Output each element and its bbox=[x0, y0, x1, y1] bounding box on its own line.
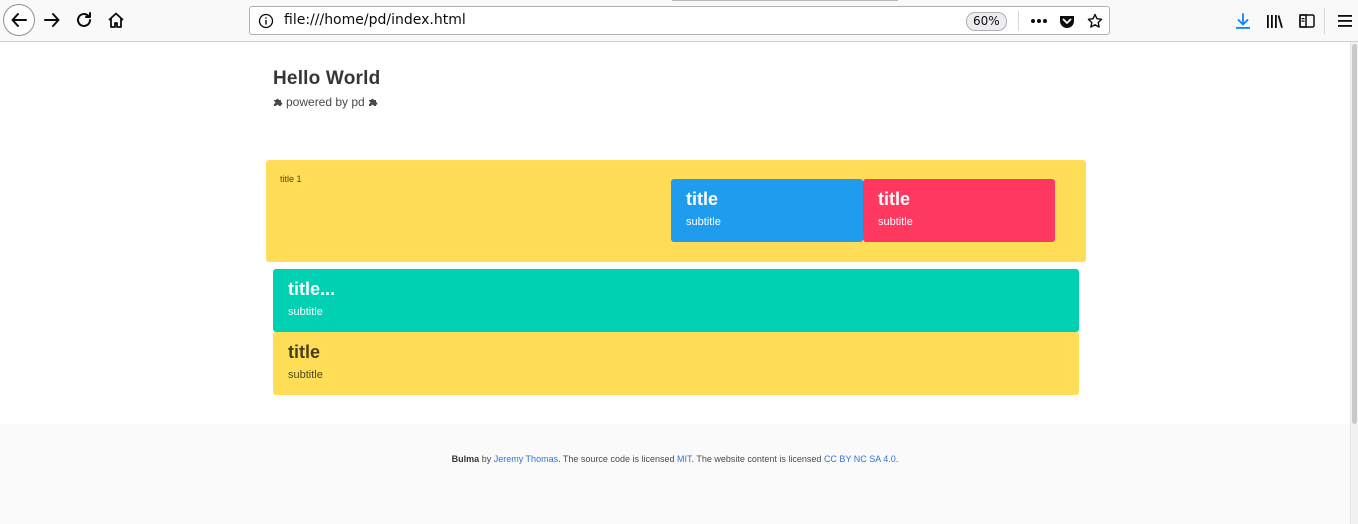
back-button[interactable] bbox=[3, 4, 35, 36]
tile-ancestor-title: title 1 bbox=[280, 174, 302, 184]
library-button[interactable] bbox=[1264, 10, 1286, 32]
tile-subtitle: subtitle bbox=[686, 216, 721, 228]
page-scrollbar-thumb[interactable] bbox=[1352, 44, 1357, 424]
tile-title: title... bbox=[288, 279, 336, 299]
footer-author-link[interactable]: Jeremy Thomas bbox=[494, 454, 558, 464]
tile-danger: title subtitle bbox=[863, 179, 1055, 242]
url-bar[interactable]: file:///home/pd/index.html 60% bbox=[249, 6, 1110, 35]
zoom-level-badge[interactable]: 60% bbox=[966, 12, 1007, 31]
footer-end: . bbox=[895, 454, 899, 464]
bookmark-star-icon bbox=[1087, 13, 1103, 28]
footer: Bulma by Jeremy Thomas. The source code … bbox=[0, 424, 1350, 524]
tile-warning: title subtitle bbox=[273, 332, 1079, 395]
library-icon bbox=[1267, 15, 1283, 29]
url-bar-separator bbox=[1018, 11, 1019, 31]
footer-text: Bulma by Jeremy Thomas. The source code … bbox=[0, 454, 1350, 464]
sidebar-icon bbox=[1299, 14, 1315, 28]
tile-title: title bbox=[288, 342, 321, 362]
pocket-icon bbox=[1060, 15, 1074, 28]
sidebar-toggle-button[interactable] bbox=[1296, 10, 1318, 32]
bookmark-button[interactable] bbox=[1084, 11, 1106, 31]
footer-mit-link[interactable]: MIT bbox=[677, 454, 692, 464]
puzzle-icon bbox=[274, 98, 283, 106]
open-menu-button[interactable] bbox=[1334, 10, 1356, 32]
hero-title: Hello World bbox=[273, 68, 381, 89]
pocket-button[interactable] bbox=[1056, 11, 1078, 31]
footer-by: by bbox=[481, 454, 492, 464]
reload-button[interactable] bbox=[69, 5, 99, 35]
tile-title: title bbox=[878, 189, 911, 209]
back-icon bbox=[11, 13, 27, 27]
home-icon bbox=[108, 12, 124, 28]
tile-info: title subtitle bbox=[671, 179, 863, 242]
tile-subtitle: subtitle bbox=[288, 369, 323, 381]
tile-title: title bbox=[686, 189, 719, 209]
hero-subtitle-text: powered by pd bbox=[286, 95, 365, 109]
url-text[interactable]: file:///home/pd/index.html bbox=[284, 12, 466, 28]
tile-primary: title... subtitle bbox=[273, 269, 1079, 332]
tile-subtitle: subtitle bbox=[878, 216, 913, 228]
footer-cc-link[interactable]: CC BY NC SA 4.0 bbox=[824, 454, 896, 464]
tab-strip-edge bbox=[672, 0, 898, 1]
footer-brand: Bulma bbox=[451, 454, 480, 464]
hero-subtitle: powered by pd bbox=[273, 95, 378, 109]
forward-button[interactable] bbox=[37, 5, 67, 35]
more-icon bbox=[1031, 19, 1047, 23]
downloads-button[interactable] bbox=[1232, 10, 1254, 32]
info-icon[interactable] bbox=[258, 13, 274, 29]
footer-text-1: . The source code is licensed bbox=[558, 454, 675, 464]
reload-icon bbox=[77, 12, 91, 27]
tile-subtitle: subtitle bbox=[288, 306, 323, 318]
hamburger-menu-icon bbox=[1338, 15, 1352, 27]
download-icon bbox=[1236, 13, 1250, 29]
page-actions-button[interactable] bbox=[1028, 11, 1050, 31]
footer-text-2: . The website content is licensed bbox=[691, 454, 822, 464]
puzzle-icon bbox=[368, 98, 378, 106]
home-button[interactable] bbox=[101, 5, 131, 35]
toolbar-separator bbox=[1324, 8, 1325, 34]
browser-toolbar: file:///home/pd/index.html 60% bbox=[0, 0, 1358, 42]
forward-icon bbox=[44, 13, 60, 27]
